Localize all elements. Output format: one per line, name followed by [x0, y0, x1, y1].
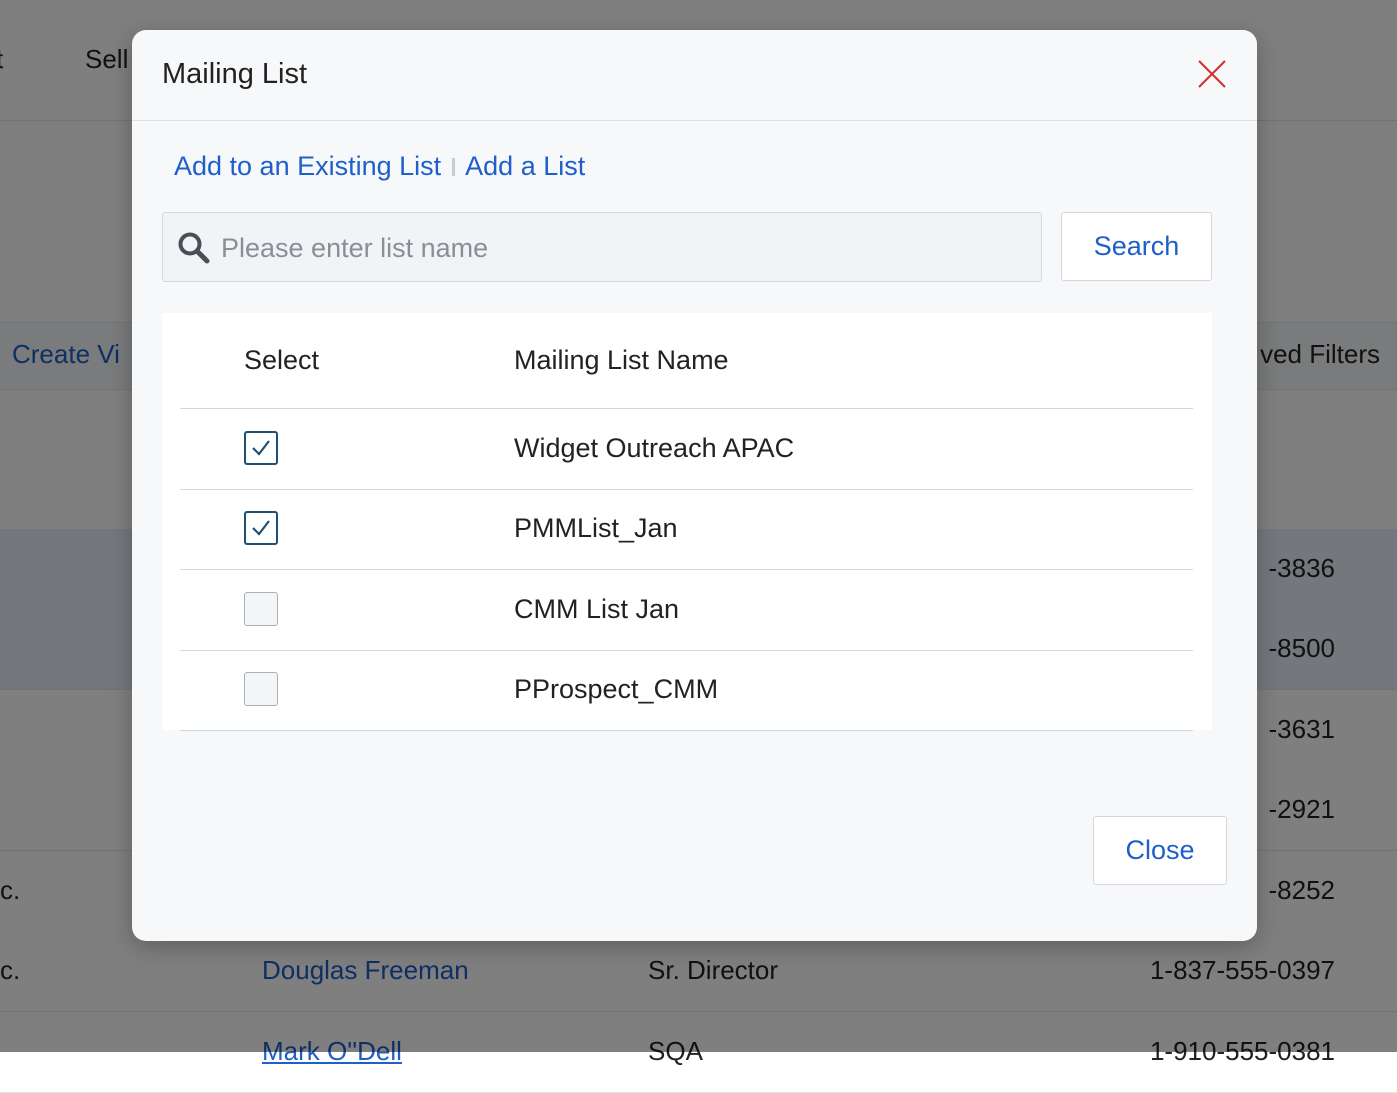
add-a-list-link[interactable]: Add a List — [465, 151, 585, 181]
link-separator — [452, 158, 456, 176]
close-icon[interactable] — [1196, 58, 1228, 90]
checkmark-icon — [252, 440, 270, 456]
mailing-list-modal: Mailing List Add to an Existing List Add … — [132, 30, 1257, 941]
table-row[interactable]: CMM List Jan — [180, 570, 1193, 651]
table-row[interactable]: Widget Outreach APAC — [180, 409, 1193, 490]
mailing-list-name: Widget Outreach APAC — [514, 433, 795, 463]
row-checkbox[interactable] — [244, 511, 278, 545]
list-mode-links: Add to an Existing List Add a List — [174, 151, 585, 182]
table-header: Select Mailing List Name — [180, 313, 1193, 409]
mailing-list-name: CMM List Jan — [514, 594, 680, 624]
close-button[interactable]: Close — [1093, 816, 1227, 885]
table-row[interactable]: PMMList_Jan — [180, 489, 1193, 570]
add-to-existing-list-link[interactable]: Add to an Existing List — [174, 151, 441, 181]
search-button[interactable]: Search — [1061, 212, 1212, 281]
column-header-name: Mailing List Name — [514, 345, 729, 375]
mailing-list-name: PProspect_CMM — [514, 674, 719, 704]
search-field — [162, 212, 1042, 283]
table-row[interactable]: PProspect_CMM — [180, 650, 1193, 731]
checkmark-icon — [252, 520, 270, 536]
list-name-search-input[interactable] — [219, 213, 1023, 283]
row-checkbox[interactable] — [244, 592, 278, 626]
row-checkbox[interactable] — [244, 672, 278, 706]
column-header-select: Select — [244, 345, 320, 375]
mailing-list-table: Select Mailing List Name Widget Outreach… — [162, 313, 1212, 731]
mailing-list-name: PMMList_Jan — [514, 513, 678, 543]
modal-header: Mailing List — [132, 30, 1257, 121]
row-checkbox[interactable] — [244, 431, 278, 465]
search-icon — [178, 232, 210, 264]
modal-title: Mailing List — [162, 58, 308, 90]
